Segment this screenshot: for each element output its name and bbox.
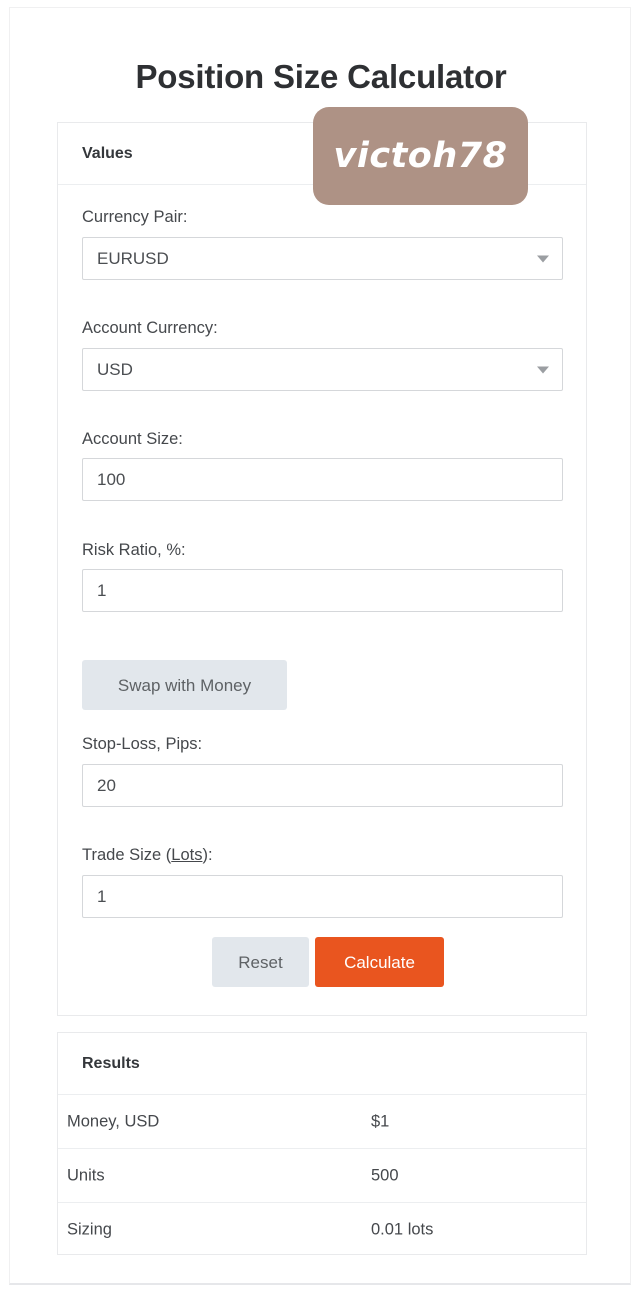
result-value: $1 xyxy=(371,1112,390,1130)
page-frame: Position Size Calculator Values Currency… xyxy=(9,7,631,1285)
account-size-value: 100 xyxy=(97,469,126,489)
values-card-title: Values xyxy=(82,145,133,162)
account-size-label: Account Size: xyxy=(82,430,183,448)
currency-pair-select[interactable]: EURUSD xyxy=(82,237,563,280)
table-row: Money, USD $1 xyxy=(58,1095,586,1149)
result-key: Units xyxy=(67,1166,105,1184)
trade-size-input[interactable]: 1 xyxy=(82,875,563,918)
account-currency-label: Account Currency: xyxy=(82,319,218,337)
watermark-badge: victoh78 xyxy=(313,107,528,205)
risk-ratio-input[interactable]: 1 xyxy=(82,569,563,612)
risk-ratio-value: 1 xyxy=(97,580,107,600)
currency-pair-value: EURUSD xyxy=(97,248,169,268)
page-title: Position Size Calculator xyxy=(135,58,507,96)
stop-loss-label: Stop-Loss, Pips: xyxy=(82,735,203,753)
result-key: Money, USD xyxy=(67,1112,160,1130)
chevron-down-icon xyxy=(537,255,549,262)
chevron-down-icon xyxy=(537,366,549,373)
account-size-input[interactable]: 100 xyxy=(82,458,563,501)
table-row: Units 500 xyxy=(58,1149,586,1203)
trade-size-value: 1 xyxy=(97,886,107,906)
table-row: Sizing 0.01 lots xyxy=(58,1203,586,1257)
risk-ratio-label: Risk Ratio, %: xyxy=(82,541,186,559)
results-card-title: Results xyxy=(82,1055,140,1072)
values-card: Values Currency Pair: EURUSD Account Cur… xyxy=(57,122,587,1016)
trade-size-label-prefix: Trade Size ( xyxy=(82,846,172,864)
trade-size-label-lots: Lots xyxy=(171,846,203,864)
trade-size-label-suffix: ): xyxy=(202,846,213,864)
stop-loss-input[interactable]: 20 xyxy=(82,764,563,807)
reset-button[interactable]: Reset xyxy=(212,937,309,987)
result-key: Sizing xyxy=(67,1220,112,1239)
calculate-button[interactable]: Calculate xyxy=(315,937,444,987)
result-value: 0.01 lots xyxy=(371,1220,434,1239)
trade-size-label: Trade Size (Lots): xyxy=(82,846,213,865)
watermark-text: victoh78 xyxy=(333,136,508,176)
results-card-header: Results xyxy=(58,1033,586,1095)
account-currency-select[interactable]: USD xyxy=(82,348,563,391)
result-value: 500 xyxy=(371,1166,399,1184)
stop-loss-value: 20 xyxy=(97,775,116,795)
results-card: Results Money, USD $1 Units 500 Sizing 0… xyxy=(57,1032,587,1255)
currency-pair-label: Currency Pair: xyxy=(82,208,188,226)
page-content: Position Size Calculator Values Currency… xyxy=(10,8,632,1286)
swap-with-money-button[interactable]: Swap with Money xyxy=(82,660,287,710)
account-currency-value: USD xyxy=(97,359,133,379)
